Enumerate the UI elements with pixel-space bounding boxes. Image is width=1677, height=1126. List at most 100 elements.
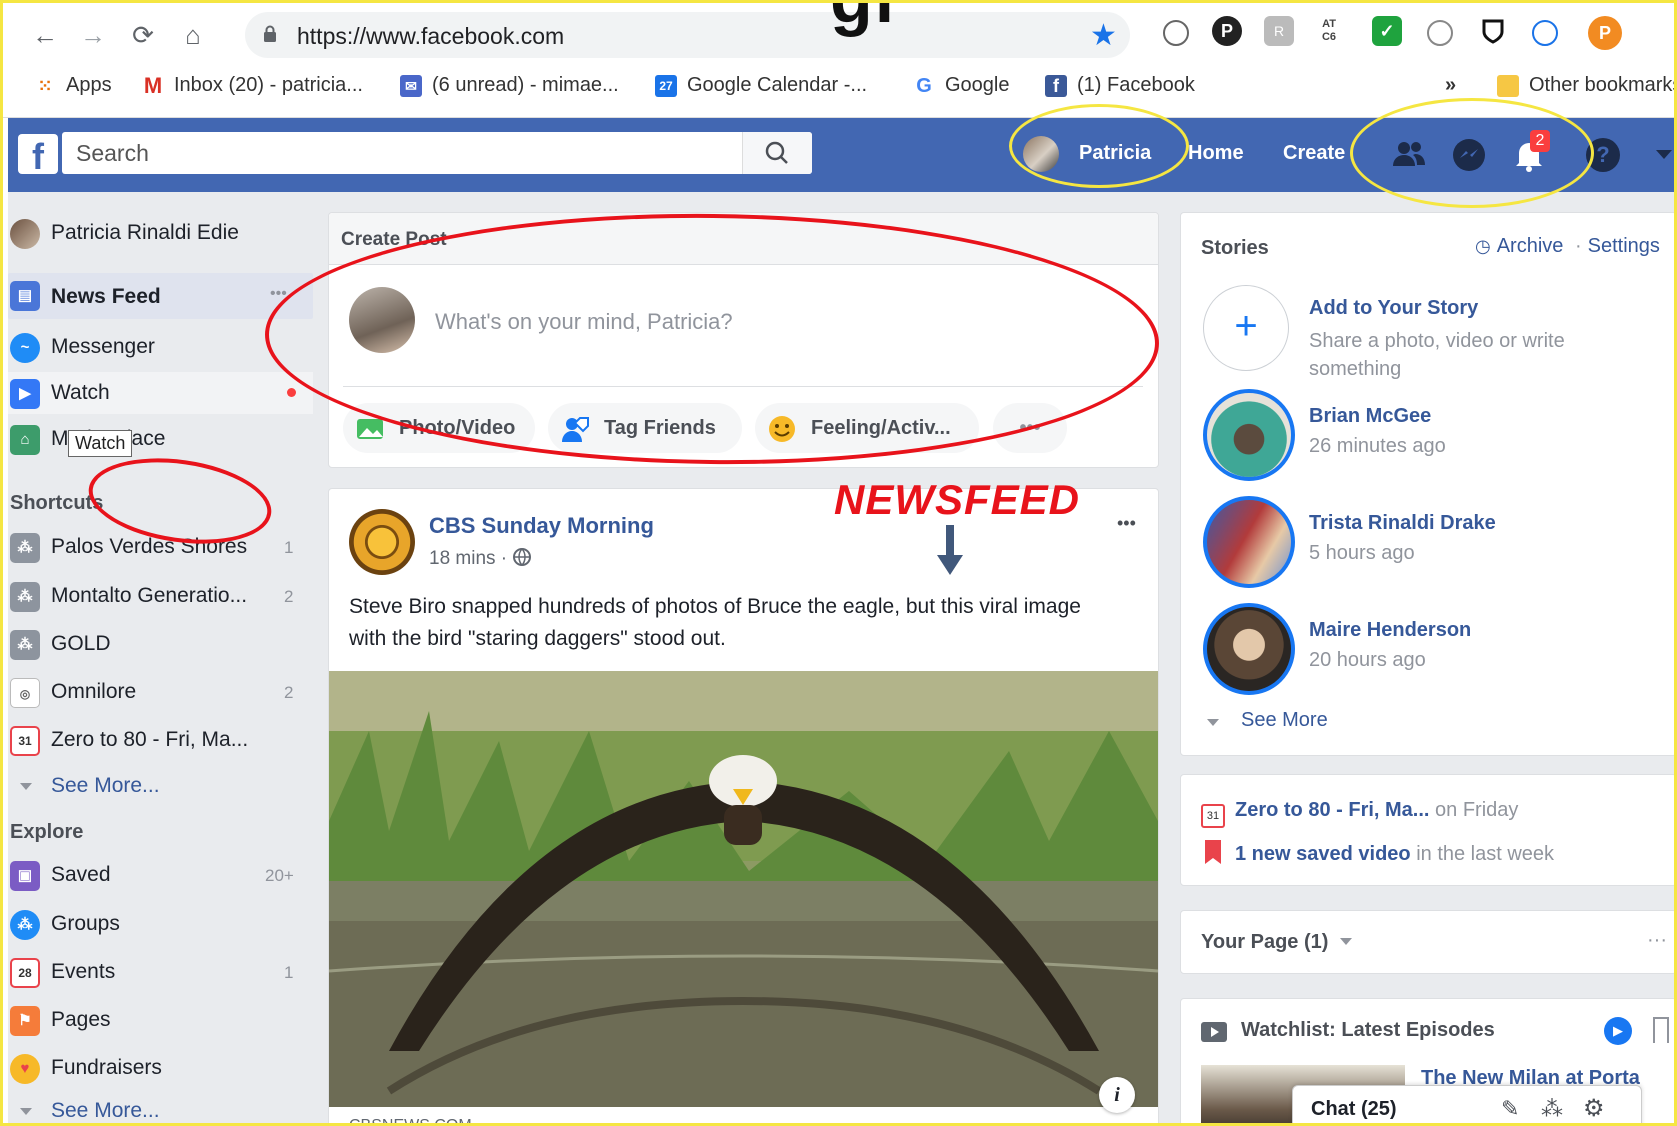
pinterest-icon[interactable]: P <box>1212 16 1242 46</box>
more-actions-button[interactable]: ••• <box>993 403 1067 453</box>
tag-friends-button[interactable]: Tag Friends <box>548 403 742 453</box>
friend-requests-icon[interactable] <box>1390 136 1428 174</box>
back-icon[interactable]: ← <box>28 18 62 52</box>
checkbox-extension-icon[interactable]: ✓ <box>1372 16 1402 46</box>
help-icon[interactable]: ? <box>1586 138 1620 172</box>
messenger-icon[interactable] <box>1450 136 1488 174</box>
bookmark-star-icon[interactable]: ★ <box>1090 18 1117 53</box>
calendar-icon: 31 <box>1201 804 1225 828</box>
search-button[interactable] <box>742 132 812 174</box>
story-item[interactable]: Brian McGee 26 minutes ago <box>1203 389 1663 481</box>
your-page-dropdown[interactable]: Your Page (1) <box>1201 931 1352 954</box>
story-item[interactable]: Trista Rinaldi Drake 5 hours ago <box>1203 496 1663 588</box>
feeling-activity-button[interactable]: Feeling/Activ... <box>755 403 979 453</box>
sidebar-item-marketplace[interactable]: ⌂ Marketplace <box>8 418 308 460</box>
shortcut-item[interactable]: ◎ Omnilore 2 <box>8 671 308 713</box>
forward-icon[interactable]: → <box>76 18 110 52</box>
shortcut-item[interactable]: ⁂ Montalto Generatio... 2 <box>8 575 308 617</box>
bookmark-mail[interactable]: ✉ (6 unread) - mimae... <box>400 74 619 97</box>
bookmarks-overflow[interactable]: » <box>1445 74 1456 97</box>
explore-item[interactable]: 28 Events 1 <box>8 951 308 993</box>
chat-bar[interactable]: Chat (25) ✎ ⁂ ⚙ <box>1292 1085 1642 1126</box>
new-indicator-dot <box>287 388 296 397</box>
home-link[interactable]: Home <box>1188 142 1244 165</box>
sidebar-item-watch[interactable]: ▶ Watch <box>8 372 313 414</box>
saved-rest: in the last week <box>1410 843 1555 865</box>
profile-avatar-small <box>10 219 40 249</box>
photo-video-button[interactable]: Photo/Video <box>343 403 535 453</box>
search-input[interactable] <box>62 132 732 174</box>
see-more-shortcuts[interactable]: See More... <box>8 765 308 807</box>
watch-play-icon: ▶ <box>10 379 40 409</box>
chat-settings-gear-icon[interactable]: ⚙ <box>1583 1094 1605 1123</box>
eagle-photo[interactable] <box>329 671 1158 1107</box>
shortcut-item[interactable]: ⁂ Palos Verdes Shores 1 <box>8 526 308 568</box>
post-time[interactable]: 18 mins · <box>429 548 512 569</box>
more-options-dots[interactable]: ••• <box>270 285 287 303</box>
bookmark-icon[interactable] <box>1653 1017 1669 1043</box>
shortcut-label: Zero to 80 - Fri, Ma... <box>51 728 249 751</box>
envelope-icon: ✉ <box>400 74 422 97</box>
explore-item[interactable]: ⚑ Pages <box>8 999 308 1041</box>
explore-item[interactable]: ♥ Fundraisers <box>8 1047 308 1089</box>
url-text: https://www.facebook.com <box>297 23 565 49</box>
sidebar-item-messenger[interactable]: ~ Messenger <box>8 326 308 368</box>
compose-message-icon[interactable]: ✎ <box>1501 1096 1519 1122</box>
extension-icon-4[interactable] <box>1427 20 1453 46</box>
new-group-icon[interactable]: ⁂ <box>1541 1096 1563 1122</box>
explore-label: Groups <box>51 912 120 935</box>
your-page-card: Your Page (1) ··· <box>1180 910 1677 974</box>
link-source[interactable]: CBSNEWS.COM <box>349 1117 472 1126</box>
sidebar-item-news-feed[interactable]: ▤ News Feed ••• <box>8 273 313 319</box>
stories-see-more[interactable]: See More <box>1203 709 1403 739</box>
archive-link[interactable]: Archive <box>1497 235 1564 257</box>
group-icon: ⁂ <box>10 582 40 612</box>
event-reminder[interactable]: 31 Zero to 80 - Fri, Ma... on Friday <box>1201 799 1518 828</box>
bookmark-google[interactable]: G Google <box>913 74 1009 97</box>
explore-item[interactable]: ▣ Saved 20+ <box>8 854 308 896</box>
shield-icon[interactable] <box>1478 16 1508 46</box>
address-bar[interactable]: https://www.facebook.com ★ <box>245 12 1130 58</box>
chevron-down-icon <box>1207 719 1219 726</box>
facebook-logo[interactable]: f <box>18 134 58 177</box>
calendar-icon: 27 <box>655 74 677 97</box>
play-icon[interactable]: ▶ <box>1604 1017 1632 1045</box>
bookmark-label: Google Calendar -... <box>687 74 868 96</box>
left-sidebar: Patricia Rinaldi Edie ▤ News Feed ••• ~ … <box>8 192 313 1126</box>
saved-reminder[interactable]: 1 new saved video in the last week <box>1201 840 1554 866</box>
settings-link[interactable]: Settings <box>1588 235 1660 257</box>
extension-icon-2[interactable]: R <box>1264 16 1294 46</box>
profile-avatar[interactable]: P <box>1588 16 1622 50</box>
reload-icon[interactable]: ⟳ <box>126 18 160 52</box>
create-link[interactable]: Create <box>1283 142 1345 165</box>
home-icon[interactable]: ⌂ <box>176 18 210 52</box>
extension-icon-1[interactable] <box>1163 20 1189 46</box>
photo-info-button[interactable]: i <box>1099 1077 1135 1113</box>
post-author[interactable]: CBS Sunday Morning <box>429 513 654 539</box>
news-feed-icon: ▤ <box>10 281 40 311</box>
bookmark-calendar[interactable]: 27 Google Calendar -... <box>655 74 867 97</box>
story-item[interactable]: Maire Henderson 20 hours ago <box>1203 603 1663 695</box>
profile-link[interactable]: Patricia <box>1023 132 1163 178</box>
extension-icon-3[interactable]: AT C6 <box>1314 16 1344 46</box>
see-more-explore[interactable]: See More... <box>8 1090 308 1126</box>
shortcut-item[interactable]: 31 Zero to 80 - Fri, Ma... <box>8 719 308 761</box>
chevron-down-icon <box>20 1108 32 1115</box>
reminders-card: 31 Zero to 80 - Fri, Ma... on Friday 1 ne… <box>1180 774 1677 886</box>
shortcuts-header: Shortcuts <box>10 492 104 514</box>
sidebar-profile[interactable]: Patricia Rinaldi Edie <box>8 212 308 254</box>
post-options[interactable]: ••• <box>1117 513 1136 534</box>
other-bookmarks[interactable]: Other bookmarks <box>1497 74 1677 97</box>
shortcut-item[interactable]: ⁂ GOLD <box>8 623 308 665</box>
bookmark-gmail[interactable]: M Inbox (20) - patricia... <box>142 74 363 97</box>
your-page-options[interactable]: ··· <box>1647 929 1667 952</box>
bookmark-apps[interactable]: ⁙ Apps <box>34 74 111 97</box>
account-menu-icon[interactable] <box>1656 150 1672 159</box>
bookmark-facebook[interactable]: f (1) Facebook <box>1045 74 1195 97</box>
page-avatar[interactable] <box>349 509 415 575</box>
status-input[interactable]: What's on your mind, Patricia? <box>435 309 733 335</box>
explore-item[interactable]: ⁂ Groups <box>8 903 308 945</box>
add-to-story[interactable]: + Add to Your Story Share a photo, video… <box>1203 285 1663 380</box>
explore-count: 1 <box>284 963 294 982</box>
extension-icon-5[interactable] <box>1532 20 1558 46</box>
